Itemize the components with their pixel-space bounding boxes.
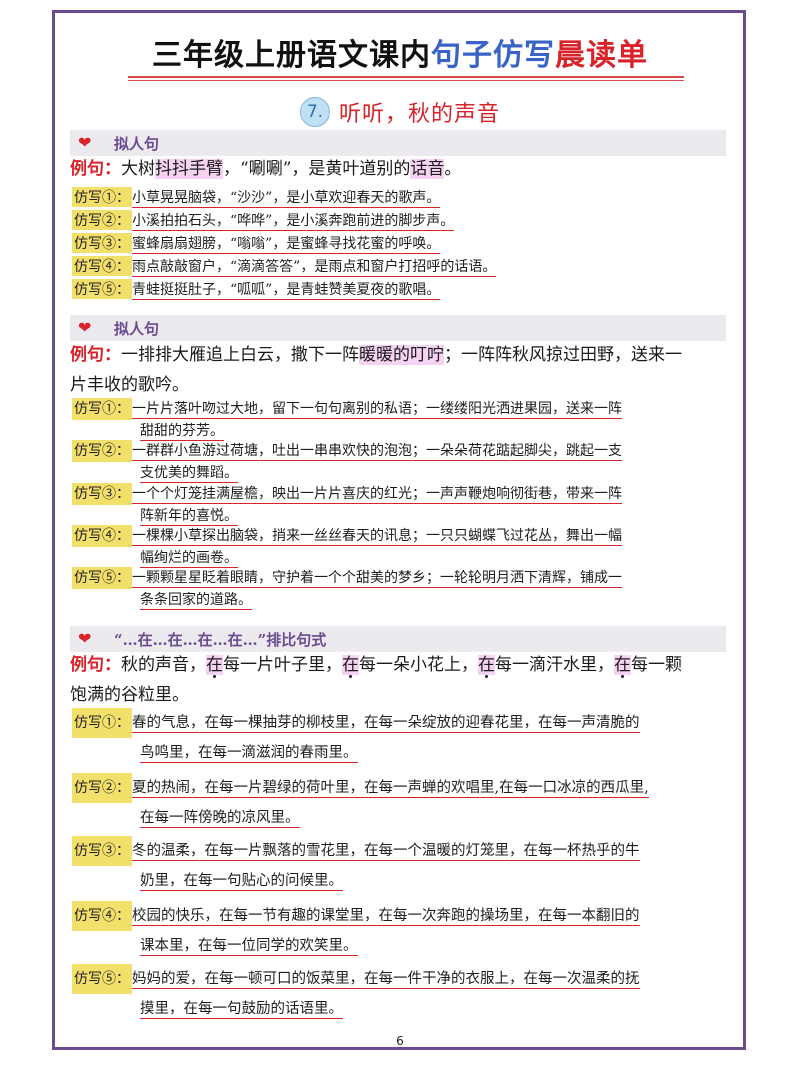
imitation-text: 条条回家的道路。 <box>140 592 252 610</box>
example-sentence-1: 例句：大树抖抖手臂，“唰唰”，是黄叶道别的话音。 <box>70 154 730 184</box>
imitation-tag: 仿写③： <box>72 483 132 505</box>
imitation-item: 仿写②： 小溪拍拍石头，“哗哗”，是小溪奔跑前进的脚步声。 <box>72 210 732 231</box>
imitation-tag: 仿写⑤： <box>72 279 132 299</box>
page-title: 三年级上册语文课内句子仿写晨读单 <box>0 30 800 74</box>
imitation-tag: 仿写②： <box>72 440 132 462</box>
section-title: 拟人句 <box>114 135 160 153</box>
imitation-tag: 仿写④： <box>72 901 132 931</box>
imitation-tag: 仿写①： <box>72 398 132 420</box>
section-header-2: ❤ 拟人句 <box>70 315 726 341</box>
page-number: 6 <box>396 1034 404 1048</box>
imitation-text: 阵新年的喜悦。 <box>140 508 238 526</box>
imitation-item: 仿写①： 春的气息，在每一棵抽芽的柳枝里，在每一朵绽放的迎春花里，在每一声清脆的鸟… <box>72 708 732 768</box>
title-part-2: 句子仿写 <box>431 38 555 73</box>
lesson-title: 听听，秋的声音 <box>339 102 501 127</box>
title-part-1: 三年级上册语文课内 <box>152 38 431 73</box>
imitation-text: 一片片落叶吻过大地，留下一句句离别的私语；一缕缕阳光洒进果园，送来一阵 <box>132 401 622 419</box>
imitation-text: 春的气息，在每一棵抽芽的柳枝里，在每一朵绽放的迎春花里，在每一声清脆的 <box>132 715 640 733</box>
imitation-tag: 仿写①： <box>72 708 132 738</box>
example-text: 片丰收的歌吟。 <box>70 375 189 395</box>
imitation-text: 幅绚烂的画卷。 <box>140 550 238 568</box>
section-header-1: ❤ 拟人句 <box>70 130 726 156</box>
imitation-text: 冬的温柔，在每一片飘落的雪花里，在每一个温暖的灯笼里，在每一杯热乎的牛 <box>132 843 640 861</box>
example-text: 饱满的谷粒里。 <box>70 685 189 705</box>
example-highlight: 抖抖手臂 <box>155 159 223 179</box>
imitation-tag: 仿写④： <box>72 256 132 276</box>
imitation-text: 青蛙挺挺肚子，“呱呱”，是青蛙赞美夏夜的歌唱。 <box>132 282 441 300</box>
imitation-text: 蜜蜂扇扇翅膀，“嗡嗡”，是蜜蜂寻找花蜜的呼唤。 <box>132 236 441 254</box>
imitation-text: 一颗颗星星眨着眼睛，守护着一个个甜美的梦乡；一轮轮明月洒下清辉，铺成一 <box>132 570 622 588</box>
imitation-text: 摸里，在每一句鼓励的话语里。 <box>140 1001 343 1019</box>
example-label: 例句： <box>70 345 121 365</box>
example-text: ，“唰唰”，是黄叶道别的 <box>223 159 411 179</box>
imitation-text: 奶里，在每一句贴心的问候里。 <box>140 873 343 891</box>
imitation-item: 仿写①： 小草晃晃脑袋，“沙沙”，是小草欢迎春天的歌声。 <box>72 187 732 208</box>
section-title: “…在…在…在…在…”排比句式 <box>114 631 327 649</box>
title-divider-thin <box>128 80 684 81</box>
imitation-tag: 仿写②： <box>72 773 132 803</box>
example-text: 秋的声音， <box>121 655 206 675</box>
imitation-text: 妈妈的爱，在每一顿可口的饭菜里，在每一件干净的衣服上，在每一次温柔的抚 <box>132 971 640 989</box>
imitation-item: 仿写⑤： 妈妈的爱，在每一顿可口的饭菜里，在每一件干净的衣服上，在每一次温柔的抚摸… <box>72 964 732 1024</box>
imitation-item: 仿写②： 一群群小鱼游过荷塘，吐出一串串欢快的泡泡；一朵朵荷花踮起脚尖，跳起一支支… <box>72 440 732 484</box>
title-part-3: 晨读单 <box>555 38 648 73</box>
imitation-text: 夏的热闹，在每一片碧绿的荷叶里，在每一声蝉的欢唱里,在每一口冰凉的西瓜里, <box>132 780 649 798</box>
imitation-text: 小溪拍拍石头，“哗哗”，是小溪奔跑前进的脚步声。 <box>132 213 455 231</box>
imitation-text: 一个个灯笼挂满屋檐，映出一片片喜庆的红光；一声声鞭炮响彻街巷，带来一阵 <box>132 486 622 504</box>
imitation-item: 仿写③： 冬的温柔，在每一片飘落的雪花里，在每一个温暖的灯笼里，在每一杯热乎的牛奶… <box>72 836 732 896</box>
imitation-text: 支优美的舞蹈。 <box>140 465 238 483</box>
imitation-text: 雨点敲敲窗户，“滴滴答答”，是雨点和窗户打招呼的话语。 <box>132 259 497 277</box>
example-highlight: 话音 <box>410 159 445 179</box>
example-label: 例句： <box>70 159 121 179</box>
example-highlight: 在 <box>478 655 495 675</box>
imitation-item: 仿写④： 雨点敲敲窗户，“滴滴答答”，是雨点和窗户打招呼的话语。 <box>72 256 732 277</box>
example-highlight: 暖暖的叮咛 <box>359 345 444 365</box>
example-text: 一排排大雁追上白云，撒下一阵 <box>121 345 359 365</box>
example-text: ；一阵阵秋风掠过田野，送来一 <box>444 345 682 365</box>
section-title: 拟人句 <box>114 320 160 338</box>
imitation-tag: 仿写③： <box>72 233 132 253</box>
heart-icon: ❤ <box>78 318 92 337</box>
example-sentence-2: 例句：一排排大雁追上白云，撒下一阵暖暖的叮咛；一阵阵秋风掠过田野，送来一片丰收的… <box>70 340 730 400</box>
example-text: 大树 <box>121 159 155 179</box>
example-text: 每一滴汗水里， <box>495 655 614 675</box>
section-header-3: ❤ “…在…在…在…在…”排比句式 <box>70 626 726 652</box>
heart-icon: ❤ <box>78 133 92 152</box>
imitation-tag: 仿写②： <box>72 210 132 230</box>
example-label: 例句： <box>70 655 121 675</box>
example-text: 每一片叶子里， <box>223 655 342 675</box>
imitation-tag: 仿写④： <box>72 525 132 547</box>
title-divider <box>128 76 684 78</box>
imitation-item: 仿写④： 一棵棵小草探出脑袋，捎来一丝丝春天的讯息；一只只蝴蝶飞过花丛，舞出一幅幅… <box>72 525 732 569</box>
imitation-text: 小草晃晃脑袋，“沙沙”，是小草欢迎春天的歌声。 <box>132 190 441 208</box>
imitation-tag: 仿写⑤： <box>72 964 132 994</box>
imitation-text: 鸟鸣里，在每一滴滋润的春雨里。 <box>140 745 358 763</box>
imitation-item: 仿写②： 夏的热闹，在每一片碧绿的荷叶里，在每一声蝉的欢唱里,在每一口冰凉的西瓜里… <box>72 773 732 833</box>
imitation-item: 仿写④： 校园的快乐，在每一节有趣的课堂里，在每一次奔跑的操场里，在每一本翻旧的课… <box>72 901 732 961</box>
imitation-text: 一棵棵小草探出脑袋，捎来一丝丝春天的讯息；一只只蝴蝶飞过花丛，舞出一幅 <box>132 528 622 546</box>
imitation-text: 校园的快乐，在每一节有趣的课堂里，在每一次奔跑的操场里，在每一本翻旧的 <box>132 908 640 926</box>
imitation-item: 仿写①： 一片片落叶吻过大地，留下一句句离别的私语；一缕缕阳光洒进果园，送来一阵甜… <box>72 398 732 442</box>
imitation-tag: 仿写⑤： <box>72 567 132 589</box>
imitation-item: 仿写⑤： 青蛙挺挺肚子，“呱呱”，是青蛙赞美夏夜的歌唱。 <box>72 279 732 300</box>
imitation-text: 一群群小鱼游过荷塘，吐出一串串欢快的泡泡；一朵朵荷花踮起脚尖，跳起一支 <box>132 443 622 461</box>
imitation-item: 仿写③： 一个个灯笼挂满屋檐，映出一片片喜庆的红光；一声声鞭炮响彻街巷，带来一阵阵… <box>72 483 732 527</box>
example-highlight: 在 <box>206 655 223 675</box>
example-text: 。 <box>444 159 462 179</box>
example-text: 每一颗 <box>631 655 682 675</box>
lesson-heading: 7. 听听，秋的声音 <box>0 96 800 128</box>
imitation-text: 甜甜的芬芳。 <box>140 423 224 441</box>
imitation-item: 仿写⑤： 一颗颗星星眨着眼睛，守护着一个个甜美的梦乡；一轮轮明月洒下清辉，铺成一条… <box>72 567 732 611</box>
example-sentence-3: 例句：秋的声音，在每一片叶子里，在每一朵小花上，在每一滴汗水里，在每一颗 饱满的谷… <box>70 650 730 710</box>
heart-icon: ❤ <box>78 629 92 648</box>
imitation-tag: 仿写③： <box>72 836 132 866</box>
imitation-item: 仿写③： 蜜蜂扇扇翅膀，“嗡嗡”，是蜜蜂寻找花蜜的呼唤。 <box>72 233 732 254</box>
imitation-text: 在每一阵傍晚的凉风里。 <box>140 810 300 828</box>
imitation-tag: 仿写①： <box>72 187 132 207</box>
example-text: 每一朵小花上， <box>359 655 478 675</box>
imitation-text: 课本里，在每一位同学的欢笑里。 <box>140 938 358 956</box>
example-highlight: 在 <box>614 655 631 675</box>
example-highlight: 在 <box>342 655 359 675</box>
lesson-number-badge: 7. <box>299 97 330 127</box>
